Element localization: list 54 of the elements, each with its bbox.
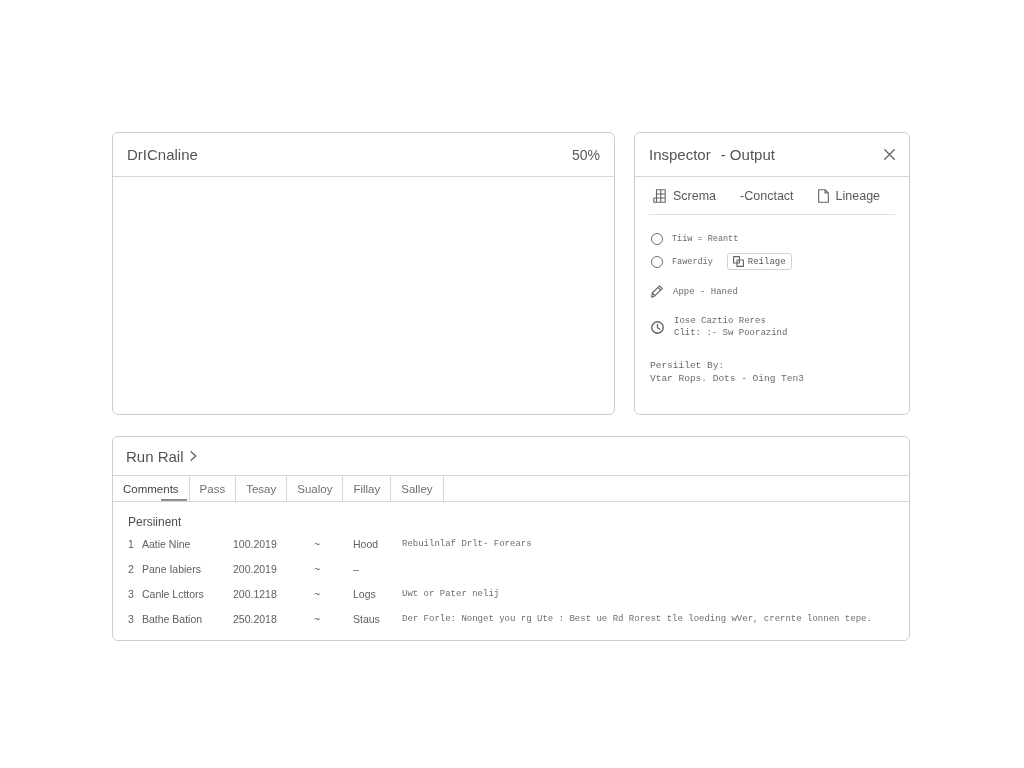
note-cell: Rebuilnlaf Drlt- Forears	[402, 538, 532, 549]
rail-tab[interactable]: Fillay	[343, 476, 392, 501]
inspector-tab[interactable]: Screma	[653, 188, 717, 203]
credit-value: Vtar Rops. Dots - Oing Ten3	[650, 372, 804, 385]
panel-title: Inspector	[649, 146, 711, 163]
row-number: 3	[128, 587, 134, 600]
rail-tab[interactable]: Sualoy	[287, 476, 344, 501]
detail-text: Appe - Haned	[673, 285, 738, 298]
option-label: Tiiw = Reantt	[672, 232, 739, 245]
date-cell: 100.2019	[233, 537, 277, 550]
rail-tab[interactable]: Comments	[113, 476, 190, 501]
pen-icon	[651, 285, 663, 298]
trend-cell: ~	[314, 612, 321, 625]
date-cell: 250.2018	[233, 612, 277, 625]
action-chip[interactable]: Reilage	[726, 253, 792, 270]
section-title: Persiinent	[128, 514, 182, 530]
file-icon	[817, 188, 829, 203]
inspector-tab[interactable]: Lineage	[817, 188, 881, 203]
panel-title: Run Rail	[126, 447, 184, 465]
rail-tab[interactable]: Tesay	[236, 476, 288, 501]
rail-tab[interactable]: Pass	[189, 476, 237, 501]
name-cell: Aatie Nine	[142, 537, 191, 550]
table-icon	[653, 188, 666, 203]
trend-cell: ~	[314, 587, 321, 600]
panel-title: DrICnaline	[127, 146, 198, 163]
name-cell: Bathe Bation	[142, 612, 203, 625]
date-cell: 200.2019	[233, 562, 277, 575]
note-cell: Der Forle: Nonget you rg Ute : Best ue Rd Rorest tle loeding wVer, crernte lonnen tepe.	[402, 613, 872, 624]
row-number: 3	[128, 612, 134, 625]
close-icon	[884, 149, 895, 160]
inspector-tab[interactable]: -Conctact	[740, 188, 794, 203]
type-cell: Staus	[353, 612, 380, 625]
note-cell: Uwt or Pater nelij	[402, 588, 500, 599]
credit-label: Persiilet By:	[650, 359, 725, 372]
detail-text: Clit: :- Sw Poorazind	[674, 327, 788, 339]
type-cell: Logs	[353, 587, 376, 600]
detail-text: Iose Caztio Reres	[674, 315, 766, 327]
panel-subtitle: - Output	[720, 146, 775, 163]
date-cell: 200.1218	[233, 587, 277, 600]
row-number: 1	[128, 537, 134, 550]
rail-tab[interactable]: Salley	[391, 476, 444, 501]
row-number: 2	[128, 562, 134, 575]
chevron-right-icon	[189, 451, 197, 461]
clock-icon	[651, 320, 664, 334]
trend-cell: ~	[314, 537, 321, 550]
name-cell: Pane Iabiers	[142, 562, 201, 575]
name-cell: Canle Lcttors	[142, 587, 204, 600]
option-label: Fawerdiy	[672, 255, 713, 268]
zoom-level: 50%	[571, 146, 600, 163]
type-cell: –	[353, 562, 359, 575]
type-cell: Hood	[353, 537, 379, 550]
copy-icon	[732, 256, 744, 267]
trend-cell: ~	[314, 562, 321, 575]
close-button[interactable]	[884, 149, 895, 160]
